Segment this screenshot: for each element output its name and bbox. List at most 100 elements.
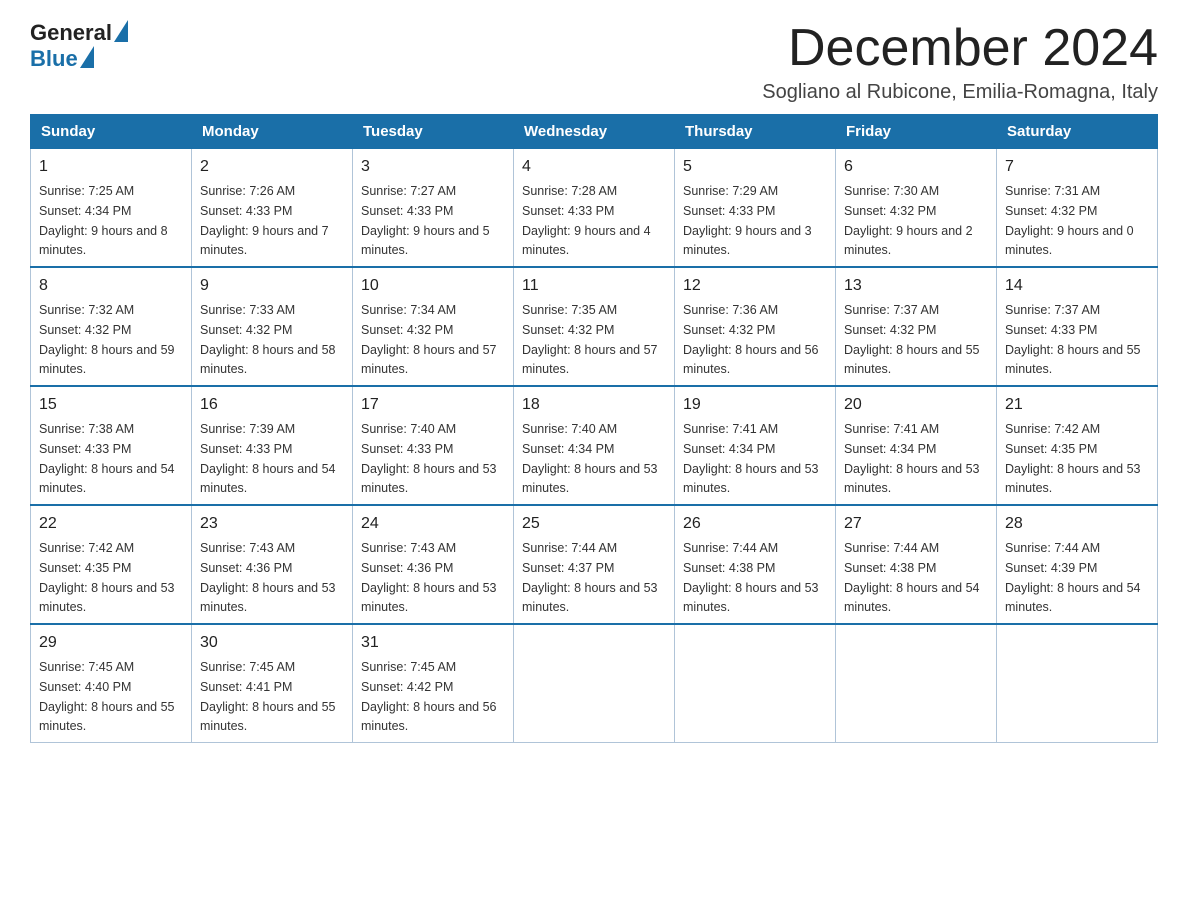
table-row <box>836 624 997 743</box>
weekday-header-tuesday: Tuesday <box>353 115 514 149</box>
day-info: Sunrise: 7:44 AMSunset: 4:38 PMDaylight:… <box>683 541 819 614</box>
day-info: Sunrise: 7:40 AMSunset: 4:33 PMDaylight:… <box>361 422 497 495</box>
weekday-header-sunday: Sunday <box>31 115 192 149</box>
day-number: 30 <box>200 631 344 655</box>
table-row: 15 Sunrise: 7:38 AMSunset: 4:33 PMDaylig… <box>31 386 192 505</box>
table-row: 29 Sunrise: 7:45 AMSunset: 4:40 PMDaylig… <box>31 624 192 743</box>
logo-triangle-icon2 <box>80 46 94 68</box>
table-row: 16 Sunrise: 7:39 AMSunset: 4:33 PMDaylig… <box>192 386 353 505</box>
day-number: 2 <box>200 155 344 179</box>
table-row: 14 Sunrise: 7:37 AMSunset: 4:33 PMDaylig… <box>997 267 1158 386</box>
day-number: 19 <box>683 393 827 417</box>
day-info: Sunrise: 7:45 AMSunset: 4:42 PMDaylight:… <box>361 660 497 733</box>
logo-text-blue: Blue <box>30 47 78 71</box>
table-row: 20 Sunrise: 7:41 AMSunset: 4:34 PMDaylig… <box>836 386 997 505</box>
day-info: Sunrise: 7:28 AMSunset: 4:33 PMDaylight:… <box>522 184 651 257</box>
weekday-header-row: SundayMondayTuesdayWednesdayThursdayFrid… <box>31 115 1158 149</box>
table-row: 4 Sunrise: 7:28 AMSunset: 4:33 PMDayligh… <box>514 149 675 268</box>
day-info: Sunrise: 7:35 AMSunset: 4:32 PMDaylight:… <box>522 303 658 376</box>
table-row: 2 Sunrise: 7:26 AMSunset: 4:33 PMDayligh… <box>192 149 353 268</box>
table-row: 3 Sunrise: 7:27 AMSunset: 4:33 PMDayligh… <box>353 149 514 268</box>
table-row: 1 Sunrise: 7:25 AMSunset: 4:34 PMDayligh… <box>31 149 192 268</box>
table-row <box>675 624 836 743</box>
logo: General Blue <box>30 20 128 72</box>
day-info: Sunrise: 7:45 AMSunset: 4:40 PMDaylight:… <box>39 660 175 733</box>
day-number: 6 <box>844 155 988 179</box>
day-info: Sunrise: 7:36 AMSunset: 4:32 PMDaylight:… <box>683 303 819 376</box>
day-number: 23 <box>200 512 344 536</box>
table-row: 24 Sunrise: 7:43 AMSunset: 4:36 PMDaylig… <box>353 505 514 624</box>
week-row-2: 8 Sunrise: 7:32 AMSunset: 4:32 PMDayligh… <box>31 267 1158 386</box>
table-row: 8 Sunrise: 7:32 AMSunset: 4:32 PMDayligh… <box>31 267 192 386</box>
day-info: Sunrise: 7:29 AMSunset: 4:33 PMDaylight:… <box>683 184 812 257</box>
day-number: 15 <box>39 393 183 417</box>
day-number: 3 <box>361 155 505 179</box>
day-info: Sunrise: 7:39 AMSunset: 4:33 PMDaylight:… <box>200 422 336 495</box>
title-area: December 2024 Sogliano al Rubicone, Emil… <box>762 20 1158 104</box>
day-info: Sunrise: 7:32 AMSunset: 4:32 PMDaylight:… <box>39 303 175 376</box>
week-row-3: 15 Sunrise: 7:38 AMSunset: 4:33 PMDaylig… <box>31 386 1158 505</box>
table-row: 27 Sunrise: 7:44 AMSunset: 4:38 PMDaylig… <box>836 505 997 624</box>
day-number: 5 <box>683 155 827 179</box>
table-row: 21 Sunrise: 7:42 AMSunset: 4:35 PMDaylig… <box>997 386 1158 505</box>
day-number: 1 <box>39 155 183 179</box>
day-info: Sunrise: 7:41 AMSunset: 4:34 PMDaylight:… <box>683 422 819 495</box>
location-title: Sogliano al Rubicone, Emilia-Romagna, It… <box>762 81 1158 104</box>
day-number: 10 <box>361 274 505 298</box>
day-info: Sunrise: 7:37 AMSunset: 4:33 PMDaylight:… <box>1005 303 1141 376</box>
day-number: 31 <box>361 631 505 655</box>
day-info: Sunrise: 7:44 AMSunset: 4:37 PMDaylight:… <box>522 541 658 614</box>
weekday-header-wednesday: Wednesday <box>514 115 675 149</box>
day-info: Sunrise: 7:37 AMSunset: 4:32 PMDaylight:… <box>844 303 980 376</box>
table-row: 19 Sunrise: 7:41 AMSunset: 4:34 PMDaylig… <box>675 386 836 505</box>
page-header: General Blue December 2024 Sogliano al R… <box>30 20 1158 104</box>
day-info: Sunrise: 7:31 AMSunset: 4:32 PMDaylight:… <box>1005 184 1134 257</box>
day-number: 29 <box>39 631 183 655</box>
table-row: 5 Sunrise: 7:29 AMSunset: 4:33 PMDayligh… <box>675 149 836 268</box>
day-number: 22 <box>39 512 183 536</box>
table-row: 11 Sunrise: 7:35 AMSunset: 4:32 PMDaylig… <box>514 267 675 386</box>
day-number: 13 <box>844 274 988 298</box>
table-row: 28 Sunrise: 7:44 AMSunset: 4:39 PMDaylig… <box>997 505 1158 624</box>
week-row-4: 22 Sunrise: 7:42 AMSunset: 4:35 PMDaylig… <box>31 505 1158 624</box>
table-row: 9 Sunrise: 7:33 AMSunset: 4:32 PMDayligh… <box>192 267 353 386</box>
day-info: Sunrise: 7:27 AMSunset: 4:33 PMDaylight:… <box>361 184 490 257</box>
day-number: 7 <box>1005 155 1149 179</box>
day-info: Sunrise: 7:42 AMSunset: 4:35 PMDaylight:… <box>1005 422 1141 495</box>
day-info: Sunrise: 7:33 AMSunset: 4:32 PMDaylight:… <box>200 303 336 376</box>
weekday-header-monday: Monday <box>192 115 353 149</box>
weekday-header-friday: Friday <box>836 115 997 149</box>
day-info: Sunrise: 7:44 AMSunset: 4:38 PMDaylight:… <box>844 541 980 614</box>
week-row-5: 29 Sunrise: 7:45 AMSunset: 4:40 PMDaylig… <box>31 624 1158 743</box>
day-info: Sunrise: 7:30 AMSunset: 4:32 PMDaylight:… <box>844 184 973 257</box>
day-number: 12 <box>683 274 827 298</box>
week-row-1: 1 Sunrise: 7:25 AMSunset: 4:34 PMDayligh… <box>31 149 1158 268</box>
day-number: 26 <box>683 512 827 536</box>
table-row: 6 Sunrise: 7:30 AMSunset: 4:32 PMDayligh… <box>836 149 997 268</box>
day-number: 14 <box>1005 274 1149 298</box>
day-info: Sunrise: 7:26 AMSunset: 4:33 PMDaylight:… <box>200 184 329 257</box>
month-title: December 2024 <box>762 20 1158 77</box>
table-row: 18 Sunrise: 7:40 AMSunset: 4:34 PMDaylig… <box>514 386 675 505</box>
table-row <box>997 624 1158 743</box>
weekday-header-thursday: Thursday <box>675 115 836 149</box>
day-number: 8 <box>39 274 183 298</box>
day-info: Sunrise: 7:43 AMSunset: 4:36 PMDaylight:… <box>361 541 497 614</box>
table-row: 12 Sunrise: 7:36 AMSunset: 4:32 PMDaylig… <box>675 267 836 386</box>
day-number: 11 <box>522 274 666 298</box>
day-number: 16 <box>200 393 344 417</box>
table-row: 22 Sunrise: 7:42 AMSunset: 4:35 PMDaylig… <box>31 505 192 624</box>
day-number: 20 <box>844 393 988 417</box>
day-info: Sunrise: 7:43 AMSunset: 4:36 PMDaylight:… <box>200 541 336 614</box>
day-number: 24 <box>361 512 505 536</box>
table-row: 31 Sunrise: 7:45 AMSunset: 4:42 PMDaylig… <box>353 624 514 743</box>
day-info: Sunrise: 7:34 AMSunset: 4:32 PMDaylight:… <box>361 303 497 376</box>
table-row: 13 Sunrise: 7:37 AMSunset: 4:32 PMDaylig… <box>836 267 997 386</box>
table-row: 23 Sunrise: 7:43 AMSunset: 4:36 PMDaylig… <box>192 505 353 624</box>
day-info: Sunrise: 7:41 AMSunset: 4:34 PMDaylight:… <box>844 422 980 495</box>
day-info: Sunrise: 7:44 AMSunset: 4:39 PMDaylight:… <box>1005 541 1141 614</box>
day-info: Sunrise: 7:40 AMSunset: 4:34 PMDaylight:… <box>522 422 658 495</box>
day-number: 27 <box>844 512 988 536</box>
day-number: 17 <box>361 393 505 417</box>
logo-triangle-icon <box>114 20 128 42</box>
